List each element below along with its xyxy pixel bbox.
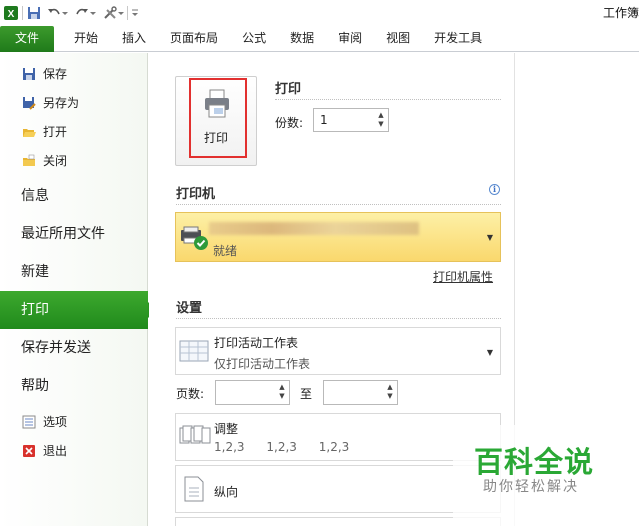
chevron-down-icon: ▼	[486, 233, 493, 242]
nav-open[interactable]: 打开	[0, 117, 147, 146]
print-scope-select[interactable]: 打印活动工作表 仅打印活动工作表 ▼	[175, 327, 501, 375]
print-scope-title: 打印活动工作表	[214, 336, 299, 350]
nav-exit-label: 退出	[43, 444, 68, 458]
to-label: 至	[300, 387, 313, 401]
nav-save[interactable]: 保存	[0, 59, 147, 88]
exit-icon	[21, 443, 37, 459]
printer-section-divider	[176, 204, 501, 205]
tools-icon[interactable]	[102, 3, 118, 23]
excel-logo-icon: X	[3, 3, 19, 23]
redo-icon[interactable]	[74, 3, 90, 23]
copies-spin-arrows[interactable]: ▲ ▼	[376, 111, 386, 129]
ribbon-tabs: 文件 开始 插入 页面布局 公式 数据 审阅 视图 开发工具	[0, 26, 639, 52]
collate-value: 1,2,3	[214, 440, 245, 454]
copies-value: 1	[320, 113, 328, 127]
nav-save-as-label: 另存为	[43, 96, 80, 110]
tab-page-layout[interactable]: 页面布局	[158, 26, 230, 52]
pages-from-input[interactable]: ▲ ▼	[215, 380, 290, 405]
watermark-title: 百科全说	[474, 445, 595, 479]
tab-home[interactable]: 开始	[62, 26, 110, 52]
nav-exit[interactable]: 退出	[0, 436, 147, 465]
watermark: 百科全说 助你轻松解决	[453, 425, 639, 526]
customize-toolbar-icon[interactable]	[131, 3, 139, 23]
save-as-icon	[21, 95, 37, 111]
print-button[interactable]: 打印	[175, 76, 257, 166]
pages-label: 页数:	[176, 387, 205, 401]
pages-to-input[interactable]: ▲ ▼	[323, 380, 398, 405]
tab-insert[interactable]: 插入	[110, 26, 158, 52]
nav-save-send[interactable]: 保存并发送	[0, 329, 147, 367]
close-folder-icon	[21, 153, 37, 169]
printer-properties-link[interactable]: 打印机属性	[433, 268, 493, 285]
collate-value: 1,2,3	[318, 440, 350, 454]
chevron-down-icon: ▼	[486, 348, 493, 357]
pages-to-spin-arrows[interactable]: ▲ ▼	[385, 383, 395, 401]
nav-new[interactable]: 新建	[0, 253, 147, 291]
watermark-subtitle: 助你轻松解决	[483, 479, 579, 495]
tab-data[interactable]: 数据	[278, 26, 326, 52]
nav-save-as[interactable]: 另存为	[0, 88, 147, 117]
undo-dropdown-icon[interactable]	[62, 3, 68, 23]
window-title: 工作簿	[602, 6, 639, 20]
settings-section-title: 设置	[176, 301, 203, 316]
nav-recent[interactable]: 最近所用文件	[0, 215, 147, 253]
collate-title: 调整	[214, 422, 239, 436]
nav-print[interactable]: 打印	[0, 291, 156, 329]
tools-dropdown-icon[interactable]	[118, 3, 124, 23]
quick-access-toolbar: X	[0, 0, 639, 26]
undo-icon[interactable]	[46, 3, 62, 23]
printer-select[interactable]: 就绪 ▼	[175, 212, 501, 262]
nav-info[interactable]: 信息	[0, 177, 147, 215]
save-icon[interactable]	[26, 3, 42, 23]
printer-status: 就绪	[213, 244, 238, 258]
collate-values: 1,2,3 1,2,3 1,2,3	[214, 440, 367, 454]
print-scope-subtitle: 仅打印活动工作表	[214, 357, 311, 371]
backstage-nav: 保存 另存为 打开 关闭 信息 最近所用文件 新建 打印 保存并发送 帮助 选项…	[0, 53, 156, 526]
collate-icon	[179, 424, 211, 451]
options-icon	[21, 414, 37, 430]
worksheet-icon	[179, 338, 209, 367]
printer-name-blurred	[209, 222, 419, 235]
nav-close[interactable]: 关闭	[0, 146, 147, 175]
tab-file[interactable]: 文件	[0, 26, 55, 52]
nav-save-label: 保存	[43, 67, 68, 81]
printer-icon	[203, 89, 231, 122]
copies-label: 份数:	[275, 116, 304, 130]
nav-options[interactable]: 选项	[0, 407, 147, 436]
print-section-title: 打印	[275, 82, 302, 97]
orientation-title: 纵向	[214, 485, 239, 499]
portrait-icon	[184, 476, 204, 505]
save-icon	[21, 66, 37, 82]
nav-open-label: 打开	[43, 125, 68, 139]
print-section-divider	[275, 99, 501, 100]
nav-options-label: 选项	[43, 415, 68, 429]
tab-developer[interactable]: 开发工具	[422, 26, 494, 52]
nav-help[interactable]: 帮助	[0, 367, 147, 405]
print-button-label: 打印	[203, 131, 228, 145]
open-folder-icon	[21, 124, 37, 140]
nav-close-label: 关闭	[43, 154, 68, 168]
info-icon[interactable]: i	[489, 184, 500, 195]
redo-dropdown-icon[interactable]	[90, 3, 96, 23]
pages-from-spin-arrows[interactable]: ▲ ▼	[277, 383, 287, 401]
tab-formulas[interactable]: 公式	[230, 26, 278, 52]
copies-stepper[interactable]: 1 ▲ ▼	[313, 108, 389, 132]
printer-section-title: 打印机	[176, 187, 216, 202]
tab-view[interactable]: 视图	[374, 26, 422, 52]
settings-section-divider	[176, 318, 501, 319]
svg-text:X: X	[8, 9, 15, 20]
collate-value: 1,2,3	[266, 440, 297, 454]
tab-review[interactable]: 审阅	[326, 26, 374, 52]
printer-ready-icon	[179, 226, 209, 255]
